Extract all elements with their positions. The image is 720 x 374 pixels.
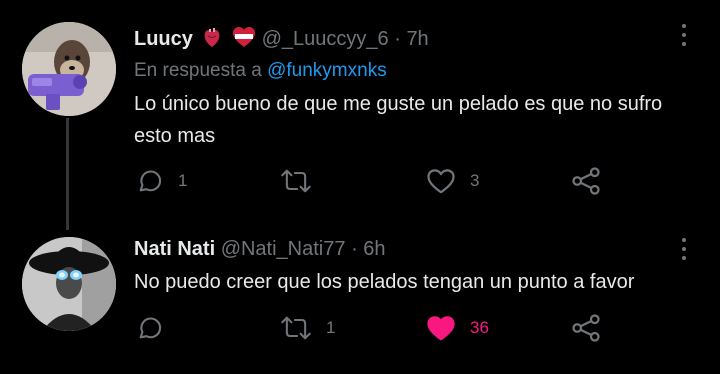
anatomical-heart-emoji xyxy=(202,26,222,54)
badge-emoji xyxy=(232,26,256,54)
reply-icon xyxy=(139,317,162,339)
timestamp[interactable]: 6h xyxy=(363,238,385,260)
display-name[interactable]: Nati Nati xyxy=(134,238,215,260)
more-icon[interactable] xyxy=(676,22,692,50)
retweet-icon xyxy=(281,169,311,193)
display-name[interactable]: Luucy xyxy=(134,28,193,50)
retweet-count: 1 xyxy=(326,318,336,337)
timestamp[interactable]: 7h xyxy=(406,28,428,50)
more-icon[interactable] xyxy=(676,236,692,264)
separator-dot: · xyxy=(394,28,401,50)
retweet-button[interactable] xyxy=(280,167,326,195)
handle[interactable]: @Nati_Nati77 xyxy=(221,238,346,260)
like-button[interactable]: 3 xyxy=(426,167,479,195)
reply-icon xyxy=(139,170,162,192)
tweet-header: Luucy @_Luuccyy_6 · 7h xyxy=(134,26,429,54)
separator-dot: · xyxy=(351,238,358,260)
like-count: 36 xyxy=(470,318,489,337)
avatar[interactable] xyxy=(22,237,116,331)
reply-button[interactable] xyxy=(136,314,178,342)
like-icon xyxy=(427,316,455,341)
share-icon xyxy=(572,314,600,342)
reply-context: En respuesta a @funkymxnks xyxy=(134,60,387,82)
share-button[interactable] xyxy=(571,167,601,195)
reply-button[interactable]: 1 xyxy=(136,167,187,195)
avatar[interactable] xyxy=(22,22,116,116)
tweet-header: Nati Nati @Nati_Nati77 · 6h xyxy=(134,238,386,261)
like-count: 3 xyxy=(470,171,480,190)
like-button[interactable]: 36 xyxy=(426,314,489,342)
share-button[interactable] xyxy=(571,314,601,342)
tweet[interactable]: Nati Nati @Nati_Nati77 · 6h No puedo cre… xyxy=(0,222,720,374)
tweet-text: No puedo creer que los pelados tengan un… xyxy=(134,271,635,293)
handle[interactable]: @_Luuccyy_6 xyxy=(262,28,389,50)
like-icon xyxy=(427,169,455,194)
tweet-text: Lo único bueno de que me guste un pelado… xyxy=(134,93,663,147)
reply-prefix: En respuesta a xyxy=(134,60,262,81)
reply-mention-link[interactable]: @funkymxnks xyxy=(267,60,387,81)
tweet[interactable]: Luucy @_Luuccyy_6 · 7h En respuesta a @f… xyxy=(0,0,720,230)
thread-line xyxy=(66,118,69,230)
share-icon xyxy=(572,167,600,195)
retweet-button[interactable]: 1 xyxy=(280,314,335,342)
retweet-icon xyxy=(281,316,311,340)
reply-count: 1 xyxy=(178,171,188,190)
